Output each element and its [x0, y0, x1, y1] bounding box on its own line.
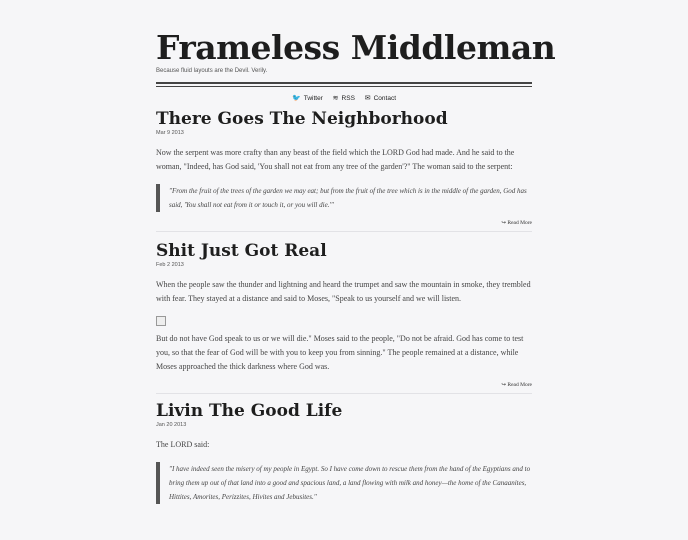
- post-date: Jan 20 2013: [156, 422, 187, 428]
- nav-label: RSS: [341, 95, 355, 102]
- post-paragraph: Now the serpent was more crafty than any…: [156, 148, 515, 171]
- page: Frameless Middleman Because fluid layout…: [156, 28, 556, 504]
- post-paragraph: But do not have God speak to us or we wi…: [156, 334, 524, 371]
- post-date: Feb 2 2013: [156, 262, 184, 268]
- read-more-link[interactable]: ↪ Read More: [156, 220, 532, 226]
- post-title[interactable]: There Goes The Neighborhood: [156, 108, 532, 130]
- post-quote: "I have indeed seen the misery of my peo…: [156, 462, 532, 504]
- post: Livin The Good Life Jan 20 2013 The LORD…: [156, 400, 532, 504]
- header-rule: [156, 82, 532, 87]
- nav-item-rss[interactable]: ≋ RSS: [333, 95, 355, 102]
- nav-label: Twitter: [303, 95, 323, 102]
- read-more-link[interactable]: ↪ Read More: [156, 382, 532, 388]
- post: There Goes The Neighborhood Mar 9 2013 N…: [156, 108, 532, 232]
- post-paragraph: When the people saw the thunder and ligh…: [156, 280, 531, 303]
- nav-label: Contact: [373, 95, 397, 102]
- broken-image-icon: [156, 316, 166, 326]
- site-title[interactable]: Frameless Middleman: [156, 28, 556, 68]
- post-paragraph: The LORD said:: [156, 440, 210, 449]
- nav-item-contact[interactable]: ✉ Contact: [365, 95, 396, 102]
- post-quote: "From the fruit of the trees of the gard…: [156, 184, 532, 212]
- post-title[interactable]: Livin The Good Life: [156, 400, 532, 422]
- post-date: Mar 9 2013: [156, 130, 184, 136]
- read-more-label: Read More: [507, 382, 532, 388]
- twitter-icon: 🐦: [291, 95, 301, 102]
- nav-item-twitter[interactable]: 🐦 Twitter: [292, 95, 323, 102]
- rss-icon: ≋: [332, 95, 339, 102]
- post-divider: [156, 393, 532, 394]
- site-tagline: Because fluid layouts are the Devil. Ver…: [156, 68, 268, 74]
- read-more-label: Read More: [507, 220, 532, 226]
- post: Shit Just Got Real Feb 2 2013 When the p…: [156, 240, 532, 394]
- post-divider: [156, 231, 532, 232]
- envelope-icon: ✉: [364, 95, 371, 102]
- post-title[interactable]: Shit Just Got Real: [156, 240, 532, 262]
- nav-bar: 🐦 Twitter ≋ RSS ✉ Contact: [156, 94, 532, 102]
